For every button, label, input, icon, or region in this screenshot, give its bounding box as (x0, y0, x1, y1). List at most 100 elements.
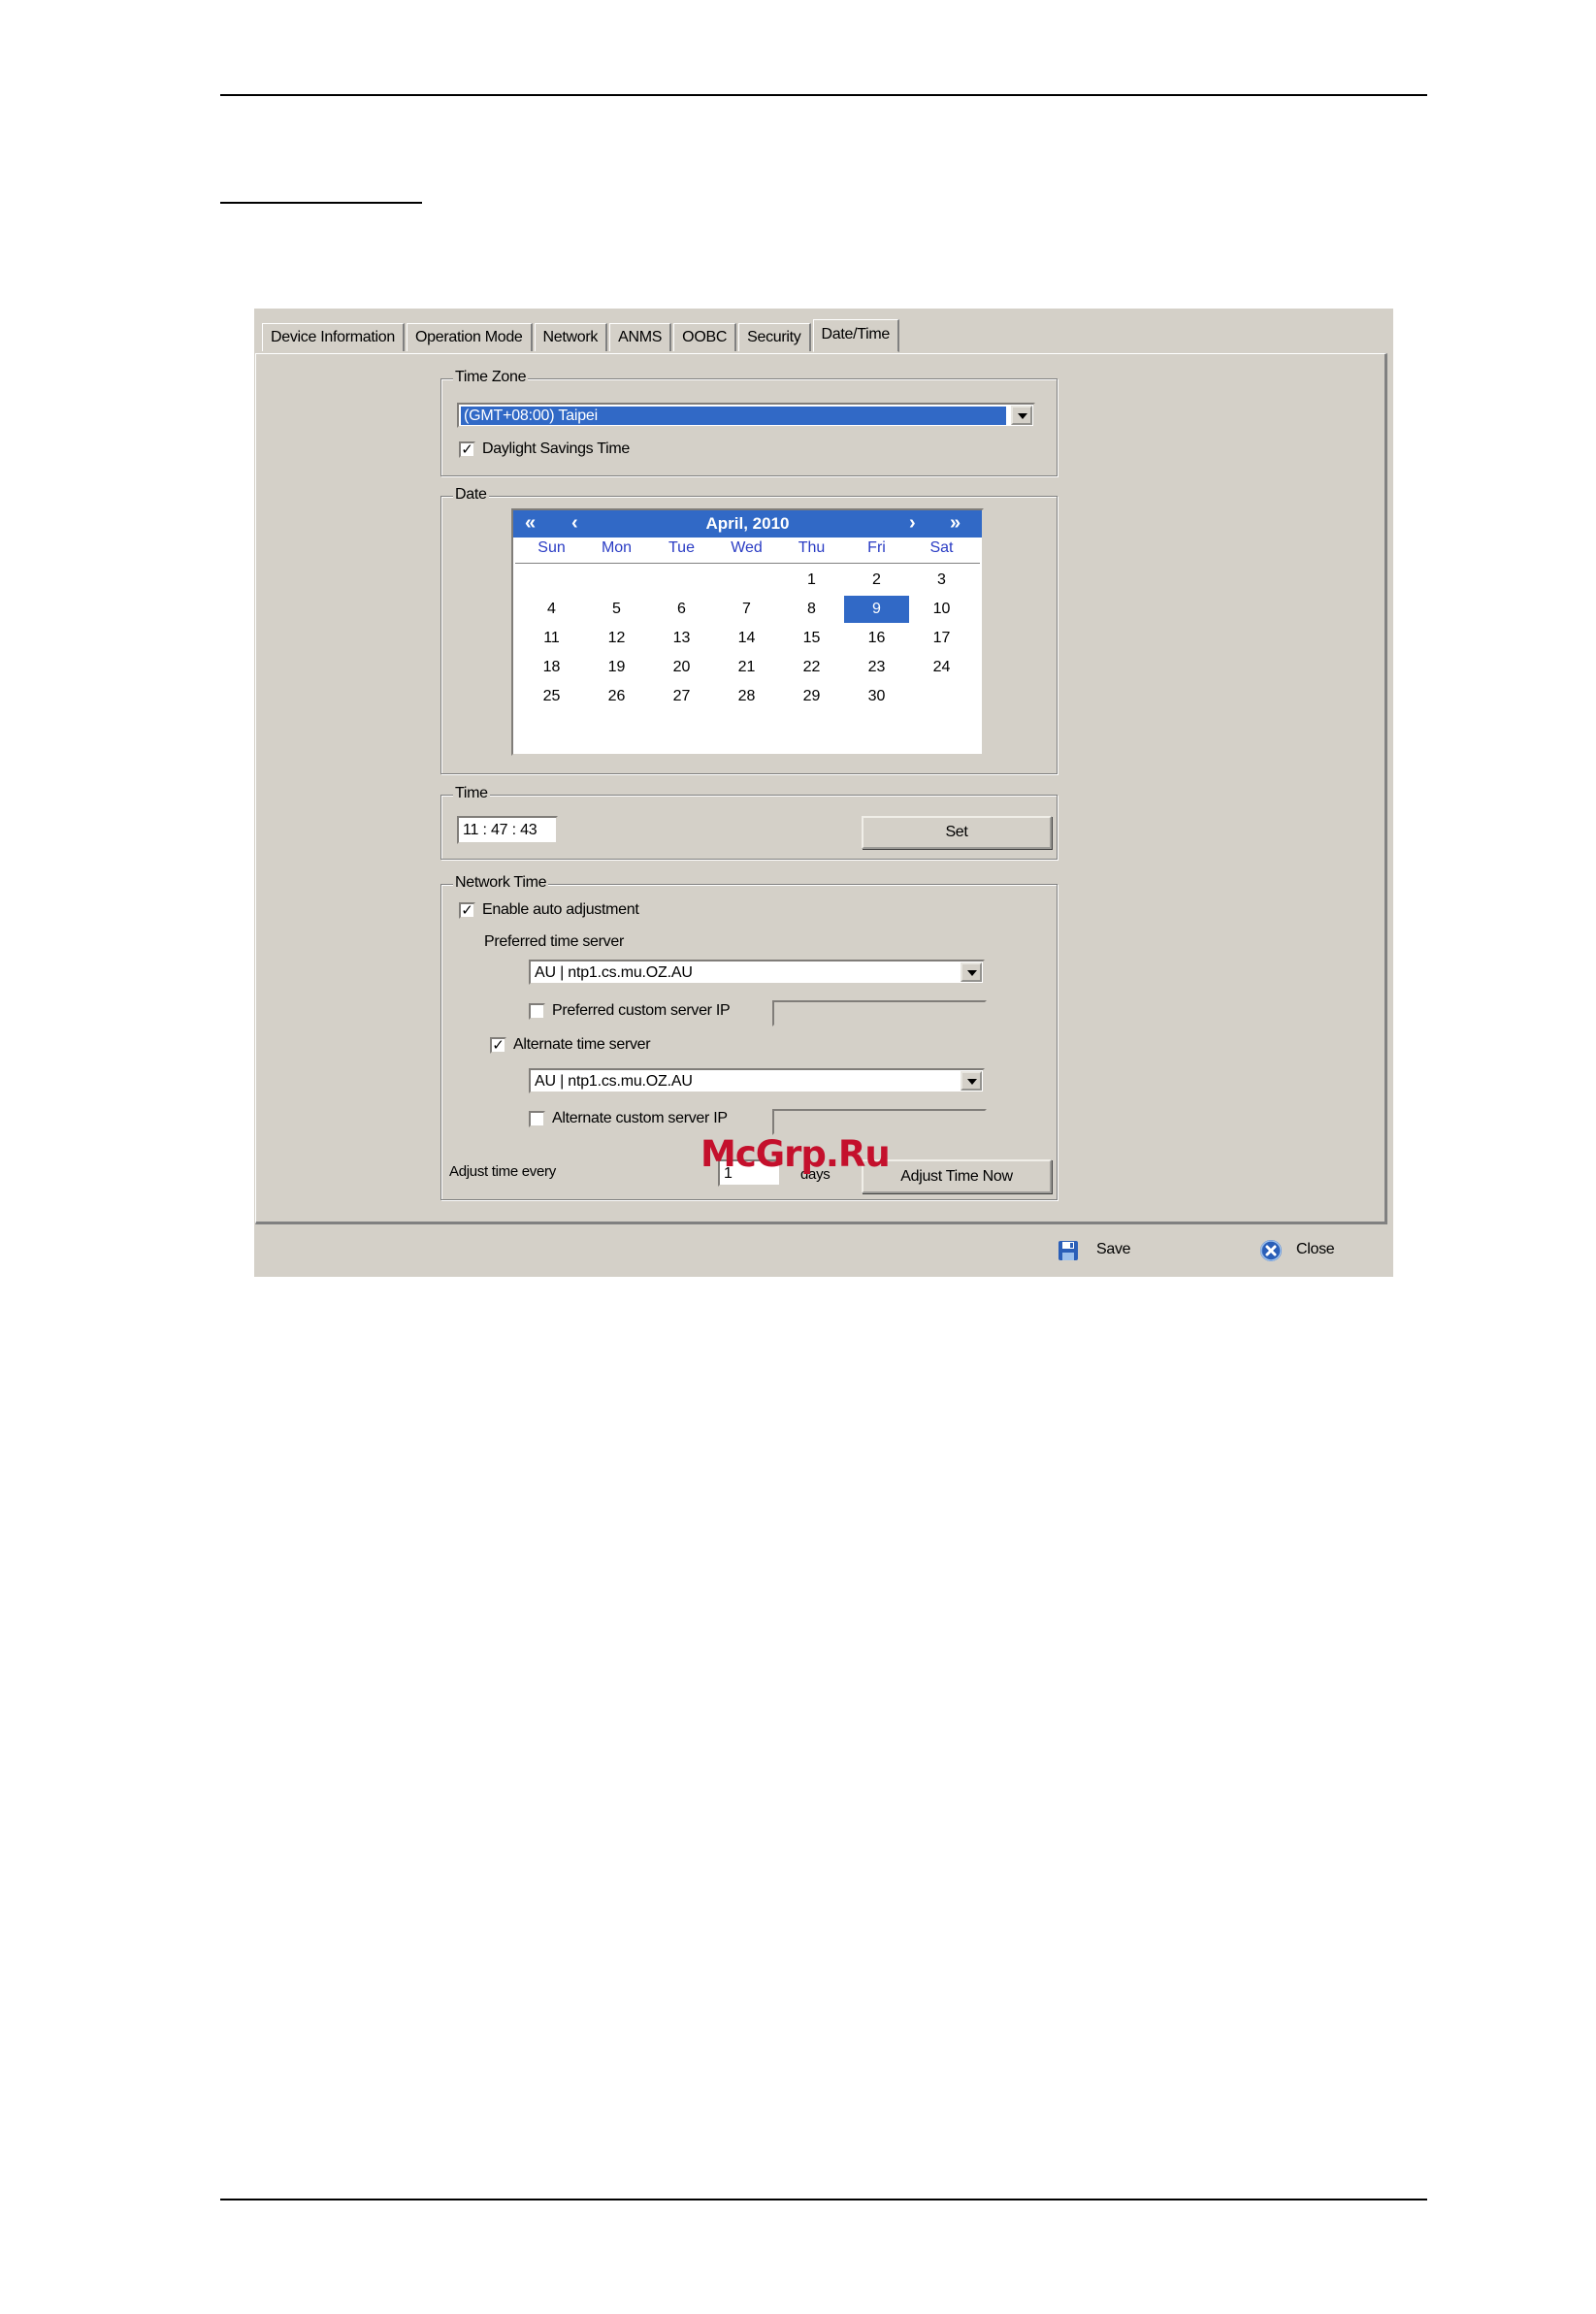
network-time-group-label: Network Time (453, 874, 549, 892)
check-icon: ✓ (461, 902, 473, 919)
calendar-day-20[interactable]: 20 (649, 654, 714, 681)
date-calendar: « ‹ April, 2010 › » Sun Mon Tue Wed Thu Fri Sa… (511, 508, 984, 756)
alternate-server-checkbox[interactable]: ✓ (490, 1037, 506, 1054)
calendar-day-27[interactable]: 27 (649, 683, 714, 710)
calendar-day-12[interactable]: 12 (584, 625, 649, 652)
calendar-day-22[interactable]: 22 (779, 654, 844, 681)
daylight-savings-checkbox[interactable]: ✓ (459, 441, 475, 458)
weekday-sun: Sun (537, 539, 566, 556)
time-value: 11 : 47 : 43 (463, 822, 537, 838)
chevron-down-icon[interactable] (1011, 406, 1032, 425)
weekday-mon: Mon (601, 539, 633, 556)
calendar-header: « ‹ April, 2010 › » (513, 510, 982, 538)
bottom-rule (220, 2199, 1427, 2200)
weekday-tue: Tue (668, 539, 695, 556)
time-input[interactable]: 11 : 47 : 43 (457, 816, 558, 844)
close-button[interactable]: Close (1257, 1238, 1354, 1265)
tab-date-time[interactable]: Date/Time (812, 319, 900, 352)
weekday-thu: Thu (798, 539, 826, 556)
adjust-time-now-label: Adjust Time Now (900, 1168, 1013, 1185)
adjust-time-now-button[interactable]: Adjust Time Now (862, 1159, 1052, 1193)
calendar-day-6[interactable]: 6 (649, 596, 714, 623)
time-zone-group-label: Time Zone (453, 369, 529, 386)
tab-network[interactable]: Network (534, 323, 608, 351)
next-year-button[interactable]: » (950, 512, 961, 535)
preferred-custom-ip-input[interactable] (772, 1000, 987, 1027)
calendar-day-26[interactable]: 26 (584, 683, 649, 710)
time-zone-select[interactable]: (GMT+08:00) Taipei (457, 403, 1035, 428)
alternate-server-label: Alternate time server (513, 1036, 651, 1053)
calendar-day-24[interactable]: 24 (909, 654, 974, 681)
calendar-day-15[interactable]: 15 (779, 625, 844, 652)
alternate-custom-ip-input[interactable] (772, 1109, 987, 1135)
alternate-server-value: AU | ntp1.cs.mu.OZ.AU (535, 1073, 693, 1090)
next-month-button[interactable]: › (909, 512, 916, 535)
date-group-label: Date (453, 486, 489, 504)
tab-anms[interactable]: ANMS (609, 323, 672, 351)
section-heading-underline (220, 202, 422, 204)
preferred-server-value: AU | ntp1.cs.mu.OZ.AU (535, 964, 693, 981)
save-button[interactable]: Save (1056, 1238, 1153, 1265)
preferred-custom-ip-label: Preferred custom server IP (552, 1002, 731, 1019)
calendar-day-29[interactable]: 29 (779, 683, 844, 710)
close-icon (1260, 1240, 1282, 1261)
calendar-day-2[interactable]: 2 (844, 567, 909, 594)
calendar-separator (515, 563, 980, 564)
calendar-day-30[interactable]: 30 (844, 683, 909, 710)
alternate-server-select[interactable]: AU | ntp1.cs.mu.OZ.AU (529, 1068, 985, 1093)
set-time-button[interactable]: Set (862, 816, 1052, 849)
time-group-label: Time (453, 785, 490, 802)
close-label: Close (1296, 1241, 1335, 1257)
daylight-savings-label: Daylight Savings Time (482, 440, 630, 457)
calendar-day-25[interactable]: 25 (519, 683, 584, 710)
calendar-day-21[interactable]: 21 (714, 654, 779, 681)
tab-strip: Device Information Operation Mode Network A… (262, 319, 901, 352)
floppy-disk-icon (1059, 1241, 1078, 1260)
enable-auto-adjust-checkbox[interactable]: ✓ (459, 902, 475, 919)
chevron-down-icon[interactable] (961, 962, 982, 982)
footer-bar: Save Close (254, 1230, 1393, 1277)
tab-operation-mode[interactable]: Operation Mode (407, 323, 533, 351)
time-zone-group: Time Zone (GMT+08:00) Taipei ✓ Daylight … (440, 369, 1058, 476)
calendar-day-8[interactable]: 8 (779, 596, 844, 623)
alternate-custom-ip-checkbox[interactable] (529, 1111, 545, 1127)
calendar-day-7[interactable]: 7 (714, 596, 779, 623)
calendar-day-14[interactable]: 14 (714, 625, 779, 652)
tab-security[interactable]: Security (738, 323, 811, 351)
time-zone-value: (GMT+08:00) Taipei (461, 407, 1006, 425)
calendar-day-10[interactable]: 10 (909, 596, 974, 623)
save-label: Save (1096, 1241, 1131, 1257)
weekday-sat: Sat (929, 539, 954, 556)
calendar-day-5[interactable]: 5 (584, 596, 649, 623)
set-time-button-label: Set (945, 824, 968, 840)
calendar-day-19[interactable]: 19 (584, 654, 649, 681)
weekday-wed: Wed (731, 539, 763, 556)
calendar-day-9[interactable]: 9 (844, 596, 909, 623)
top-rule (220, 94, 1427, 96)
check-icon: ✓ (492, 1037, 505, 1054)
preferred-custom-ip-checkbox[interactable] (529, 1003, 545, 1020)
calendar-day-3[interactable]: 3 (909, 567, 974, 594)
calendar-day-11[interactable]: 11 (519, 625, 584, 652)
check-icon: ✓ (461, 441, 473, 458)
weekday-fri: Fri (867, 539, 886, 556)
calendar-day-28[interactable]: 28 (714, 683, 779, 710)
calendar-day-18[interactable]: 18 (519, 654, 584, 681)
alternate-custom-ip-label: Alternate custom server IP (552, 1110, 728, 1126)
preferred-server-label: Preferred time server (484, 933, 624, 950)
calendar-day-17[interactable]: 17 (909, 625, 974, 652)
settings-window: Device Information Operation Mode Network A… (254, 309, 1393, 1277)
calendar-day-1[interactable]: 1 (779, 567, 844, 594)
time-group: Time 11 : 47 : 43 Set (440, 785, 1058, 860)
enable-auto-adjust-label: Enable auto adjustment (482, 901, 639, 918)
watermark: McGrp.Ru (700, 1133, 891, 1175)
tab-oobc[interactable]: OOBC (673, 323, 737, 351)
calendar-day-13[interactable]: 13 (649, 625, 714, 652)
calendar-day-4[interactable]: 4 (519, 596, 584, 623)
preferred-server-select[interactable]: AU | ntp1.cs.mu.OZ.AU (529, 960, 985, 985)
tab-device-information[interactable]: Device Information (262, 323, 405, 351)
calendar-day-23[interactable]: 23 (844, 654, 909, 681)
adjust-every-label: Adjust time every (449, 1163, 556, 1180)
chevron-down-icon[interactable] (961, 1071, 982, 1091)
calendar-day-16[interactable]: 16 (844, 625, 909, 652)
